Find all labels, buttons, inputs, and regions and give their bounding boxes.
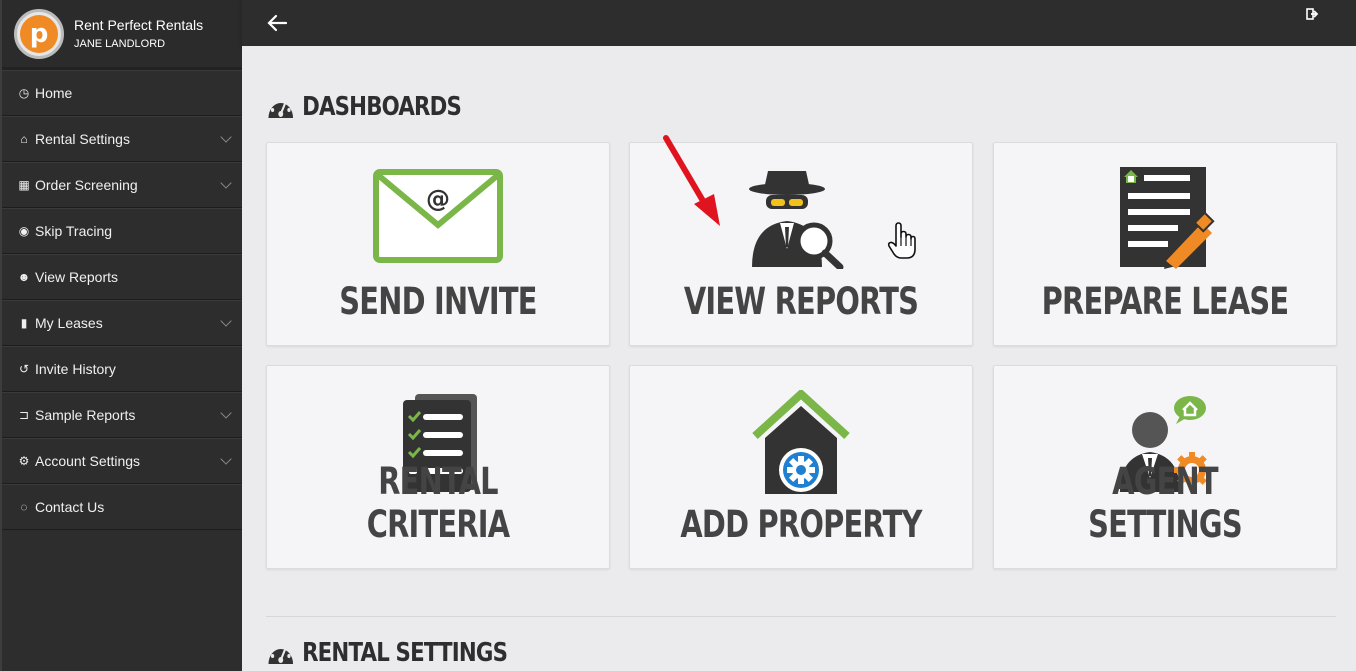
sidebar-item-label: Contact Us — [35, 499, 105, 515]
chevron-down-icon — [220, 453, 232, 465]
brand-header: p Rent Perfect Rentals JANE LANDLORD — [2, 0, 242, 70]
chevron-down-icon — [220, 177, 232, 189]
comments-icon: ◌ — [20, 500, 28, 514]
sidebar-item-label: Account Settings — [35, 453, 141, 469]
section-title-text: RENTAL SETTINGS — [302, 638, 508, 668]
section-rental-settings: RENTAL SETTINGS — [266, 636, 508, 670]
sidebar-item-home[interactable]: ◷ Home — [2, 70, 242, 116]
tile-label: PREPARE LEASE — [1041, 280, 1289, 323]
sidebar-item-label: Rental Settings — [35, 131, 130, 147]
sidebar-item-label: Order Screening — [35, 177, 138, 193]
sidebar-item-label: Home — [35, 85, 73, 101]
tile-label: RENTAL CRITERIA — [366, 460, 510, 546]
tile-prepare-lease[interactable]: PREPARE LEASE — [993, 142, 1337, 346]
home-icon: ⌂ — [20, 132, 28, 146]
sidebar-item-contact-us[interactable]: ◌ Contact Us — [2, 484, 242, 530]
tile-label: AGENT SETTINGS — [1088, 460, 1242, 546]
sidebar-item-account-settings[interactable]: ⚙ Account Settings — [2, 438, 242, 484]
sidebar-item-view-reports[interactable]: ☻ View Reports — [2, 254, 242, 300]
sidebar-item-invite-history[interactable]: ↺ Invite History — [2, 346, 242, 392]
sidebar-item-order-screening[interactable]: ▦ Order Screening — [2, 162, 242, 208]
red-arrow-annotation — [663, 135, 720, 226]
chevron-down-icon — [220, 131, 232, 143]
sidebar: p Rent Perfect Rentals JANE LANDLORD ◷ Ho… — [0, 0, 242, 671]
top-bar — [242, 0, 1356, 46]
dashboard-icon: ◷ — [18, 86, 30, 100]
svg-text:@: @ — [426, 185, 450, 213]
section-dashboards: DASHBOARDS — [266, 90, 462, 124]
sidebar-item-skip-tracing[interactable]: ◉ Skip Tracing — [2, 208, 242, 254]
sign-out-icon[interactable] — [1306, 7, 1320, 21]
sidebar-item-label: View Reports — [35, 269, 119, 285]
folder-open-icon: ⊐ — [18, 408, 30, 422]
sidebar-item-label: My Leases — [35, 315, 103, 331]
sidebar-item-rental-settings[interactable]: ⌂ Rental Settings — [2, 116, 242, 162]
brand-logo: p — [14, 8, 64, 59]
chevron-down-icon — [220, 407, 232, 419]
section-title-text: DASHBOARDS — [302, 92, 462, 122]
sidebar-item-label: Sample Reports — [35, 407, 136, 423]
tile-add-property[interactable]: ADD PROPERTY — [629, 365, 973, 569]
dashboard-icon — [268, 97, 294, 118]
file-icon: ▮ — [20, 316, 28, 330]
tile-label: VIEW REPORTS — [683, 280, 919, 323]
tile-label: SEND INVITE — [339, 280, 537, 323]
user-name: JANE LANDLORD — [74, 38, 166, 50]
tile-label: ADD PROPERTY — [680, 503, 922, 546]
dashboard-icon — [268, 643, 294, 664]
sidebar-item-sample-reports[interactable]: ⊐ Sample Reports — [2, 392, 242, 438]
users-icon: ☻ — [17, 270, 31, 284]
hand-pointer-cursor-icon — [887, 222, 916, 259]
history-icon: ↺ — [18, 362, 30, 376]
sidebar-item-my-leases[interactable]: ▮ My Leases — [2, 300, 242, 346]
sidebar-item-label: Skip Tracing — [35, 223, 113, 239]
arrow-left-icon[interactable] — [264, 10, 290, 36]
tile-rental-criteria[interactable]: RENTAL CRITERIA — [266, 365, 610, 569]
tile-send-invite[interactable]: @ SEND INVITE — [266, 142, 610, 346]
brand-name: Rent Perfect Rentals — [74, 17, 204, 33]
tile-agent-settings[interactable]: AGENT SETTINGS — [993, 365, 1337, 569]
spy-magnifier-icon — [749, 171, 844, 269]
envelope-icon: @ — [373, 169, 503, 263]
cogs-icon: ⚙ — [18, 454, 30, 468]
sidebar-item-label: Invite History — [35, 361, 116, 377]
lease-document-icon — [1120, 167, 1215, 269]
chevron-down-icon — [220, 315, 232, 327]
eye-icon: ◉ — [18, 224, 30, 238]
section-divider — [266, 616, 1336, 617]
sidebar-menu: ◷ Home ⌂ Rental Settings ▦ Order Screening ◉ Sk… — [2, 70, 242, 530]
house-gear-icon — [752, 390, 850, 494]
calendar-icon: ▦ — [18, 178, 30, 192]
main-content: DASHBOARDS @ SEND INVITE VIEW REPORTS PR… — [242, 46, 1356, 671]
